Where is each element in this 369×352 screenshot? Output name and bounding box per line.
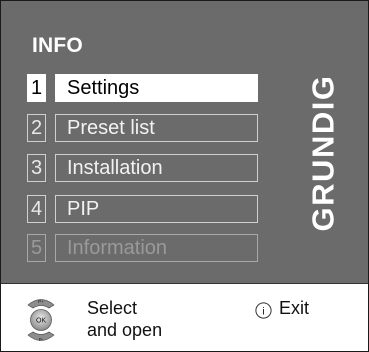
menu-item-settings[interactable]: 1 Settings [27, 74, 258, 102]
menu-item-label: Settings [55, 74, 258, 102]
select-hint-line1: Select [87, 298, 138, 318]
menu-item-preset-list[interactable]: 2 Preset list [27, 114, 258, 142]
menu-item-pip[interactable]: 4 PIP [27, 195, 258, 223]
menu-item-label: Installation [55, 154, 258, 182]
menu-item-label: PIP [55, 195, 258, 223]
info-button-icon: i [255, 302, 272, 319]
info-menu-panel: INFO 1 Settings 2 Preset list 3 Installa… [1, 1, 368, 283]
menu-item-installation[interactable]: 3 Installation [27, 154, 258, 182]
menu-item-number: 2 [27, 114, 46, 142]
select-hint-line2: and open [87, 320, 163, 340]
ok-rocker-down-label: P- [39, 337, 44, 342]
menu-item-number: 5 [27, 234, 46, 262]
ok-rocker-up-label: P+ [38, 299, 44, 304]
brand-logo-text: GRUNDIG [305, 74, 341, 232]
menu-item-number: 4 [27, 195, 46, 223]
menu-item-information: 5 Information [27, 234, 258, 262]
menu-title: INFO [32, 34, 83, 57]
ok-rocker-icon: P+ OK P- [25, 293, 57, 347]
footer-divider [1, 283, 368, 284]
select-open-hint: Select and open [87, 297, 162, 341]
osd-window: INFO 1 Settings 2 Preset list 3 Installa… [0, 0, 369, 352]
menu-item-number: 3 [27, 154, 46, 182]
menu-item-label: Preset list [55, 114, 258, 142]
exit-hint: Exit [279, 298, 310, 318]
brand-logo: GRUNDIG [298, 69, 348, 237]
menu-item-number: 1 [27, 74, 46, 102]
info-button-glyph: i [262, 306, 264, 318]
ok-rocker-center-label: OK [36, 318, 46, 325]
menu-item-label: Information [55, 234, 258, 262]
